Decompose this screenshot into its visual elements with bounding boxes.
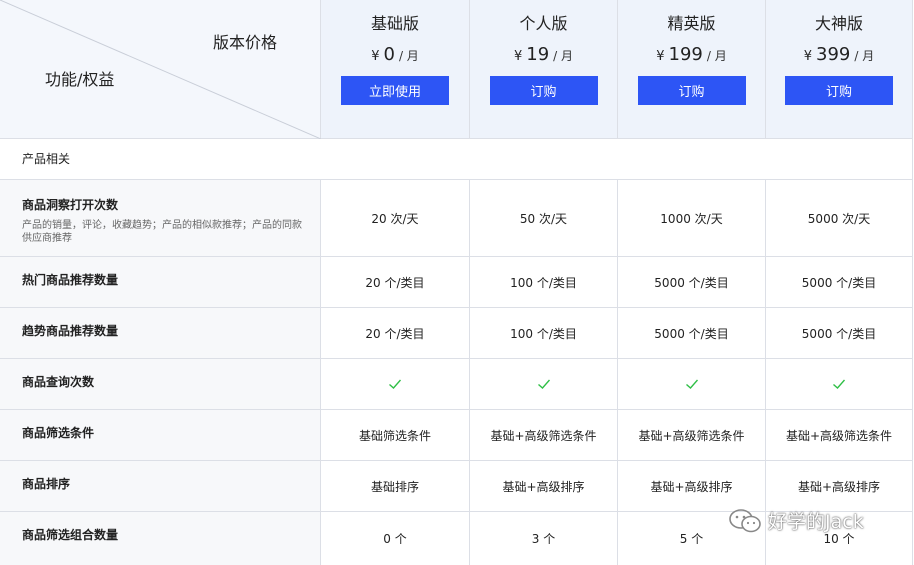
value-cell: 100 个/类目 xyxy=(470,308,618,358)
value-cell: 基础排序 xyxy=(321,461,470,511)
plan-personal: 个人版 ¥ 19 / 月 订购 xyxy=(470,0,618,138)
check-icon xyxy=(833,379,846,389)
price-amount: 199 xyxy=(668,44,703,65)
currency: ¥ xyxy=(371,49,380,64)
feature-name: 商品洞察打开次数 xyxy=(22,198,119,212)
feature-name: 热门商品推荐数量 xyxy=(22,273,119,287)
value-cell: 20 次/天 xyxy=(321,180,470,256)
plan-price: ¥ 199 / 月 xyxy=(656,44,727,66)
table-row: 商品查询次数 xyxy=(0,359,913,410)
table-row: 热门商品推荐数量 20 个/类目 100 个/类目 5000 个/类目 5000… xyxy=(0,257,913,308)
value-cell: 20 个/类目 xyxy=(321,308,470,358)
table-row: 趋势商品推荐数量 20 个/类目 100 个/类目 5000 个/类目 5000… xyxy=(0,308,913,359)
feature-cell: 趋势商品推荐数量 xyxy=(0,308,321,358)
feature-name: 商品筛选条件 xyxy=(22,426,95,440)
feature-name: 商品查询次数 xyxy=(22,375,95,389)
check-icon xyxy=(685,379,698,389)
feature-cell: 商品洞察打开次数 产品的销量，评论，收藏趋势；产品的相似款推荐；产品的同款供应商… xyxy=(0,180,321,256)
value-cell: 基础+高级筛选条件 xyxy=(618,410,766,460)
feature-cell: 商品筛选组合数量 xyxy=(0,512,321,565)
feature-label: 功能/权益 xyxy=(45,70,115,89)
value-cell: 0 个 xyxy=(321,512,470,565)
value-cell: 100 个/类目 xyxy=(470,257,618,307)
section-row: 产品相关 xyxy=(0,139,913,180)
plan-name: 精英版 xyxy=(667,14,716,33)
plan-name: 个人版 xyxy=(519,14,568,33)
currency: ¥ xyxy=(803,49,813,64)
value-cell: 5000 个/类目 xyxy=(766,308,913,358)
watermark-text: 好学的Jack xyxy=(768,511,864,533)
price-unit: / 月 xyxy=(854,49,875,63)
feature-name: 趋势商品推荐数量 xyxy=(22,324,119,338)
section-title: 产品相关 xyxy=(0,139,913,179)
value-cell xyxy=(618,359,766,409)
value-cell: 20 个/类目 xyxy=(321,257,470,307)
table-row: 商品洞察打开次数 产品的销量，评论，收藏趋势；产品的相似款推荐；产品的同款供应商… xyxy=(0,180,913,257)
price-unit: / 月 xyxy=(553,49,574,63)
wechat-icon xyxy=(729,508,761,532)
feature-cell: 热门商品推荐数量 xyxy=(0,257,321,307)
feature-name: 商品筛选组合数量 xyxy=(22,528,119,542)
value-cell: 5000 次/天 xyxy=(766,180,913,256)
feature-name: 商品排序 xyxy=(22,477,71,491)
plan-price: ¥ 19 / 月 xyxy=(514,44,573,66)
value-cell: 3 个 xyxy=(470,512,618,565)
pricing-table: 版本价格 功能/权益 基础版 ¥ 0 / 月 立即使用 个人版 ¥ 19 / 月… xyxy=(0,0,913,565)
header-row: 版本价格 功能/权益 基础版 ¥ 0 / 月 立即使用 个人版 ¥ 19 / 月… xyxy=(0,0,913,139)
plan-basic: 基础版 ¥ 0 / 月 立即使用 xyxy=(321,0,470,138)
value-cell xyxy=(470,359,618,409)
price-unit: / 月 xyxy=(398,49,419,63)
currency: ¥ xyxy=(656,49,665,64)
feature-cell: 商品筛选条件 xyxy=(0,410,321,460)
value-cell: 基础筛选条件 xyxy=(321,410,470,460)
plan-name: 基础版 xyxy=(370,14,419,33)
value-cell: 5000 个/类目 xyxy=(618,257,766,307)
subscribe-elite-button[interactable]: 订购 xyxy=(637,76,746,105)
value-cell: 基础+高级排序 xyxy=(766,461,913,511)
value-cell: 基础+高级排序 xyxy=(470,461,618,511)
feature-description: 产品的销量，评论，收藏趋势；产品的相似款推荐；产品的同款供应商推荐 xyxy=(22,220,302,244)
subscribe-personal-button[interactable]: 订购 xyxy=(489,76,598,105)
check-icon xyxy=(389,379,402,389)
check-icon xyxy=(537,379,550,389)
subscribe-master-button[interactable]: 订购 xyxy=(785,76,893,105)
price-amount: 0 xyxy=(383,44,395,65)
corner-cell: 版本价格 功能/权益 xyxy=(0,0,321,139)
value-cell: 1000 次/天 xyxy=(618,180,766,256)
value-cell: 5000 个/类目 xyxy=(618,308,766,358)
plan-price: ¥ 0 / 月 xyxy=(371,44,419,66)
value-cell: 基础+高级筛选条件 xyxy=(766,410,913,460)
plan-name: 大神版 xyxy=(814,14,863,33)
value-cell xyxy=(766,359,913,409)
value-cell: 基础+高级筛选条件 xyxy=(470,410,618,460)
value-cell: 50 次/天 xyxy=(470,180,618,256)
value-cell: 基础+高级排序 xyxy=(618,461,766,511)
value-cell xyxy=(321,359,470,409)
plan-elite: 精英版 ¥ 199 / 月 订购 xyxy=(618,0,766,138)
price-amount: 19 xyxy=(526,44,550,65)
use-now-button[interactable]: 立即使用 xyxy=(341,76,449,105)
price-amount: 399 xyxy=(816,44,851,65)
value-cell: 5000 个/类目 xyxy=(766,257,913,307)
feature-cell: 商品查询次数 xyxy=(0,359,321,409)
version-price-label: 版本价格 xyxy=(213,33,278,52)
watermark: 好学的Jack xyxy=(728,507,864,534)
plan-master: 大神版 ¥ 399 / 月 订购 xyxy=(766,0,913,138)
table-row: 商品排序 基础排序 基础+高级排序 基础+高级排序 基础+高级排序 xyxy=(0,461,913,512)
price-unit: / 月 xyxy=(706,49,727,63)
plan-price: ¥ 399 / 月 xyxy=(804,44,875,66)
table-row: 商品筛选条件 基础筛选条件 基础+高级筛选条件 基础+高级筛选条件 基础+高级筛… xyxy=(0,410,913,461)
feature-cell: 商品排序 xyxy=(0,461,321,511)
currency: ¥ xyxy=(513,49,523,64)
